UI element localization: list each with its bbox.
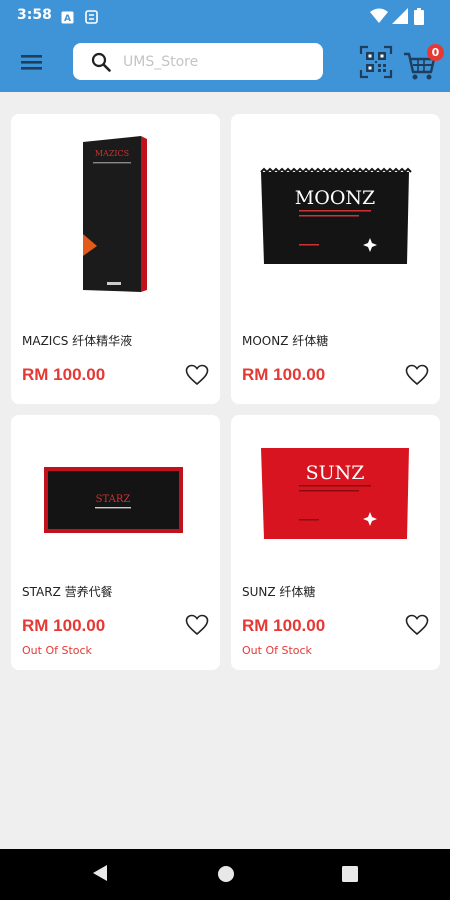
starz-pack-label: STARZ [96,494,131,505]
starz-box-image: STARZ [11,415,220,575]
wifi-icon [370,8,388,28]
product-name[interactable]: MAZICS 纤体精华液 [22,332,132,349]
stock-status: Out Of Stock [242,644,312,657]
search-bar[interactable] [73,43,323,80]
a-icon: A [61,9,74,28]
cart-button[interactable]: 0 [404,44,446,80]
search-input[interactable] [121,49,315,75]
recents-icon [342,866,358,882]
cart-count-badge: 0 [427,44,444,61]
product-name[interactable]: STARZ 营养代餐 [22,583,113,600]
sync-icon [85,9,98,28]
back-button[interactable] [92,864,108,886]
favorite-button[interactable] [185,364,209,386]
product-price: RM 100.00 [242,365,326,384]
mazics-bottle-image: MAZICS [11,114,220,324]
moonz-pack-label: MOONZ [295,187,375,209]
home-button[interactable] [217,865,235,887]
product-name[interactable]: MOONZ 纤体糖 [242,332,328,349]
favorite-button[interactable] [405,364,429,386]
stock-status: Out Of Stock [22,644,92,657]
signal-icon [392,8,408,28]
heart-icon [405,614,429,636]
battery-icon [414,8,424,29]
back-icon [93,865,107,881]
product-card[interactable]: STARZ STARZ 营养代餐 RM 100.00 Out Of Stock [11,415,220,670]
hamburger-menu-icon [21,55,42,70]
heart-icon [185,364,209,386]
moonz-packet-image: MOONZ [231,114,440,324]
product-card[interactable]: MAZICS MAZICS 纤体精华液 RM 100.00 [11,114,220,404]
svg-text:A: A [64,14,71,24]
status-time: 3:58 [17,7,52,23]
mazics-pack-label: MAZICS [95,149,129,158]
heart-icon [405,364,429,386]
product-card[interactable]: MOONZ MOONZ 纤体糖 RM 100.00 [231,114,440,404]
sunz-pack-label: SUNZ [306,462,365,484]
home-icon [218,866,234,882]
product-price: RM 100.00 [242,616,326,635]
product-price: RM 100.00 [22,365,106,384]
menu-button[interactable] [12,44,50,80]
product-name[interactable]: SUNZ 纤体糖 [242,583,315,600]
app-bar: 0 [0,32,450,92]
recents-button[interactable] [342,866,358,886]
product-card[interactable]: SUNZ SUNZ 纤体糖 RM 100.00 Out Of Stock [231,415,440,670]
favorite-button[interactable] [185,614,209,636]
qr-scan-button[interactable] [359,45,393,79]
status-bar: 3:58 A [0,0,450,32]
sunz-packet-image: SUNZ [231,415,440,575]
favorite-button[interactable] [405,614,429,636]
system-nav-bar [0,849,450,900]
heart-icon [185,614,209,636]
search-icon [91,52,111,76]
qr-scan-icon [359,45,393,79]
product-price: RM 100.00 [22,616,106,635]
